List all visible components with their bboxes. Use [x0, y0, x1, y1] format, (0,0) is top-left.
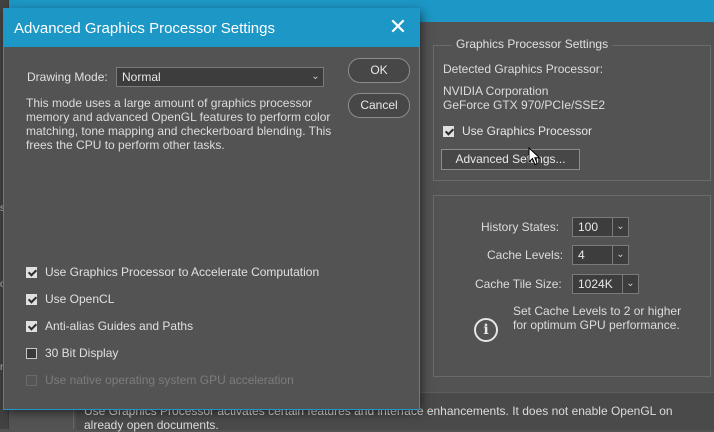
accelerate-computation-label: Use Graphics Processor to Accelerate Com… [45, 265, 320, 279]
history-states-select[interactable]: 100 ⌄ [572, 217, 629, 237]
chevron-down-icon: ⌄ [612, 246, 628, 264]
cache-tile-size-value: 1024K [578, 277, 613, 291]
use-opencl-label: Use OpenCL [45, 292, 115, 306]
group-title: Graphics Processor Settings [452, 37, 613, 51]
history-states-label: History States: [481, 220, 560, 234]
chevron-down-icon: ⌄ [622, 275, 638, 293]
drawing-mode-value: Normal [122, 70, 161, 84]
accelerate-computation-checkbox[interactable] [26, 267, 37, 278]
cancel-button[interactable]: Cancel [348, 93, 410, 118]
drawing-mode-label: Drawing Mode: [27, 70, 108, 84]
cache-tile-size-select[interactable]: 1024K ⌄ [572, 274, 639, 294]
history-states-value: 100 [578, 220, 599, 234]
cache-info-line1: Set Cache Levels to 2 or higher [513, 304, 682, 318]
use-graphics-processor-label: Use Graphics Processor [462, 124, 593, 138]
chevron-down-icon: ⌄ [612, 218, 628, 236]
ok-button[interactable]: OK [348, 58, 410, 83]
detected-gpu-label: Detected Graphics Processor: [443, 62, 604, 76]
30-bit-display-checkbox[interactable] [26, 348, 37, 359]
30-bit-display-label: 30 Bit Display [45, 346, 119, 360]
drawing-mode-description: This mode uses a large amount of graphic… [26, 96, 332, 152]
info-icon: i [474, 318, 498, 342]
native-gpu-acceleration-checkbox [26, 375, 37, 386]
mouse-cursor-icon [528, 147, 541, 166]
native-gpu-acceleration-label: Use native operating system GPU accelera… [45, 373, 294, 387]
gpu-vendor: NVIDIA Corporation [443, 84, 549, 98]
cache-levels-value: 4 [578, 248, 585, 262]
drawing-mode-select[interactable]: Normal ⌄ [116, 67, 324, 87]
anti-alias-checkbox[interactable] [26, 321, 37, 332]
anti-alias-label: Anti-alias Guides and Paths [45, 319, 194, 333]
use-graphics-processor-checkbox[interactable] [443, 126, 454, 137]
use-opencl-checkbox[interactable] [26, 294, 37, 305]
cache-levels-select[interactable]: 4 ⌄ [572, 245, 629, 265]
cache-levels-label: Cache Levels: [487, 248, 564, 262]
close-icon[interactable]: ✕ [387, 16, 409, 39]
dialog-title: Advanced Graphics Processor Settings [14, 20, 275, 37]
advanced-gpu-settings-dialog: Advanced Graphics Processor Settings ✕ D… [4, 9, 419, 409]
cache-tile-size-label: Cache Tile Size: [475, 277, 562, 291]
cache-info-line2: for optimum GPU performance. [513, 318, 680, 332]
gpu-model: GeForce GTX 970/PCIe/SSE2 [443, 98, 606, 112]
chevron-down-icon: ⌄ [311, 71, 320, 82]
dialog-titlebar[interactable]: Advanced Graphics Processor Settings ✕ [4, 9, 419, 47]
bottom-note-line2: already open documents. [84, 418, 219, 432]
advanced-settings-button[interactable]: Advanced Settings... [441, 149, 580, 170]
